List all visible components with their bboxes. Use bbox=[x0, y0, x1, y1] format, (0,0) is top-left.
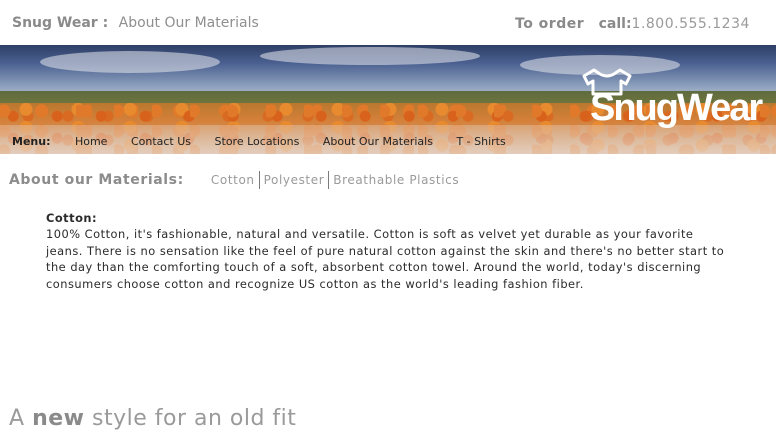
materials-nav: About our Materials: Cotton Polyester Brea… bbox=[9, 169, 463, 189]
banner-cloud bbox=[260, 47, 480, 65]
banner-cloud bbox=[40, 51, 220, 73]
link-breathable-plastics[interactable]: Breathable Plastics bbox=[329, 173, 463, 187]
main-menu: Menu: Home Contact Us Store Locations Ab… bbox=[12, 135, 526, 148]
top-header: Snug Wear : About Our Materials To order… bbox=[0, 0, 776, 45]
menu-item-store-locations[interactable]: Store Locations bbox=[215, 135, 300, 148]
material-title: Cotton: bbox=[46, 211, 98, 225]
order-info: To order call:1.800.555.1234 bbox=[515, 16, 750, 32]
materials-heading: About our Materials: bbox=[9, 172, 184, 188]
menu-label: Menu: bbox=[12, 135, 51, 148]
material-description: Cotton: 100% Cotton, it's fashionable, n… bbox=[46, 210, 726, 292]
material-body: 100% Cotton, it's fashionable, natural a… bbox=[46, 227, 725, 291]
menu-item-about-materials[interactable]: About Our Materials bbox=[323, 135, 433, 148]
tagline-suffix: style for an old fit bbox=[91, 406, 297, 431]
site-title: Snug Wear : About Our Materials bbox=[12, 15, 259, 31]
link-cotton[interactable]: Cotton bbox=[207, 173, 259, 187]
phone-number: 1.800.555.1234 bbox=[631, 16, 750, 32]
tagline-emphasis: new bbox=[32, 406, 85, 431]
page-subtitle: About Our Materials bbox=[118, 15, 259, 31]
tagline-prefix: A bbox=[9, 406, 25, 431]
link-polyester[interactable]: Polyester bbox=[260, 173, 329, 187]
logo-text: SnugWear bbox=[590, 87, 763, 128]
menu-item-t-shirts[interactable]: T - Shirts bbox=[456, 135, 505, 148]
order-label: To order bbox=[515, 16, 585, 32]
menu-item-contact-us[interactable]: Contact Us bbox=[131, 135, 191, 148]
snugwear-logo: SnugWear bbox=[582, 68, 765, 128]
tagline: A new style for an old fit bbox=[9, 406, 296, 431]
call-label: call: bbox=[598, 16, 632, 32]
brand-name: Snug Wear : bbox=[12, 15, 109, 31]
menu-item-home[interactable]: Home bbox=[75, 135, 107, 148]
